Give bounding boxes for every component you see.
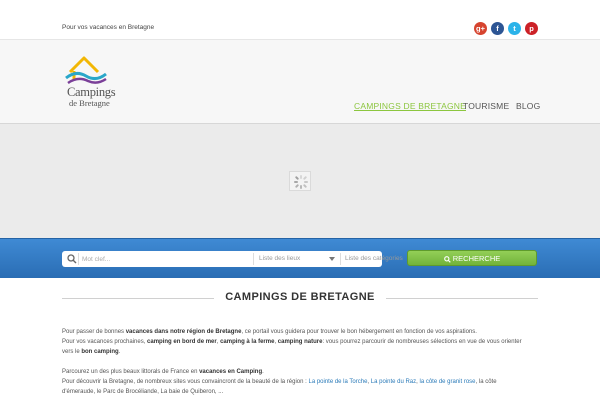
link-pointe-raz[interactable]: La pointe du Raz: [371, 379, 416, 385]
nav-item-campings[interactable]: CAMPINGS DE BRETAGNE: [354, 101, 466, 111]
divider: [78, 253, 79, 265]
nav-item-blog[interactable]: BLOG: [516, 101, 540, 111]
sites-paragraph-line1: Pour découvrir la Bretagne, de nombreux …: [62, 379, 497, 385]
spinner-tick: [295, 183, 300, 188]
intro-paragraph-line3: vers le bon camping.: [62, 349, 121, 355]
divider: [62, 298, 214, 299]
spinner-tick: [304, 181, 308, 183]
link-pointe-torche[interactable]: La pointe de la Torche: [308, 379, 367, 385]
intro-paragraph-line2: Pour vos vacances prochaines, camping en…: [62, 339, 522, 345]
nav-item-tourisme[interactable]: TOURISME: [463, 101, 509, 111]
intro-paragraph-line1: Pour passer de bonnes vacances dans notr…: [62, 329, 477, 335]
chevron-down-icon: [329, 257, 335, 261]
spinner-tick: [302, 183, 307, 188]
link-cote-granit-rose[interactable]: la côte de granit rose: [419, 379, 475, 385]
spinner-tick: [302, 176, 307, 181]
site-header: Campings de Bretagne CAMPINGS DE BRETAGN…: [0, 40, 600, 124]
spinner-icon: [289, 171, 311, 191]
pinterest-icon[interactable]: p: [525, 22, 538, 35]
spinner-tick: [300, 175, 302, 179]
sites-paragraph-line2: d'émeraude, le Parc de Brocéliande, La b…: [62, 389, 224, 395]
spinner-tick: [300, 185, 302, 189]
main-content: CAMPINGS DE BRETAGNE Pour passer de bonn…: [0, 278, 600, 400]
search-button[interactable]: RECHERCHE: [407, 250, 537, 266]
spinner-tick: [295, 176, 300, 181]
divider: [340, 253, 341, 265]
search-icon: [443, 255, 451, 263]
tagline: Pour vos vacances en Bretagne: [62, 24, 155, 31]
category-select-label: Liste des catégories: [345, 255, 403, 262]
spinner-tick: [294, 181, 298, 183]
keyword-input[interactable]: [82, 252, 252, 266]
logo-text-line2: de Bretagne: [69, 98, 110, 108]
facebook-icon[interactable]: f: [491, 22, 504, 35]
house-waves-logo: [65, 56, 107, 85]
location-select[interactable]: Liste des lieux: [259, 251, 339, 267]
search-bar: Liste des lieux Liste des catégories: [0, 238, 600, 278]
divider: [253, 253, 254, 265]
page-title: CAMPINGS DE BRETAGNE: [225, 291, 375, 303]
twitter-icon[interactable]: t: [508, 22, 521, 35]
divider: [386, 298, 538, 299]
search-button-label: RECHERCHE: [452, 254, 501, 263]
top-bar: Pour vos vacances en Bretagne g+ f t p: [0, 0, 600, 40]
site-logo[interactable]: Campings de Bretagne: [64, 54, 124, 116]
location-select-label: Liste des lieux: [259, 255, 301, 262]
coast-paragraph: Parcourez un des plus beaux littorals de…: [62, 369, 264, 375]
google-plus-icon[interactable]: g+: [474, 22, 487, 35]
search-icon: [67, 254, 77, 264]
search-form: Liste des lieux Liste des catégories: [62, 251, 439, 267]
